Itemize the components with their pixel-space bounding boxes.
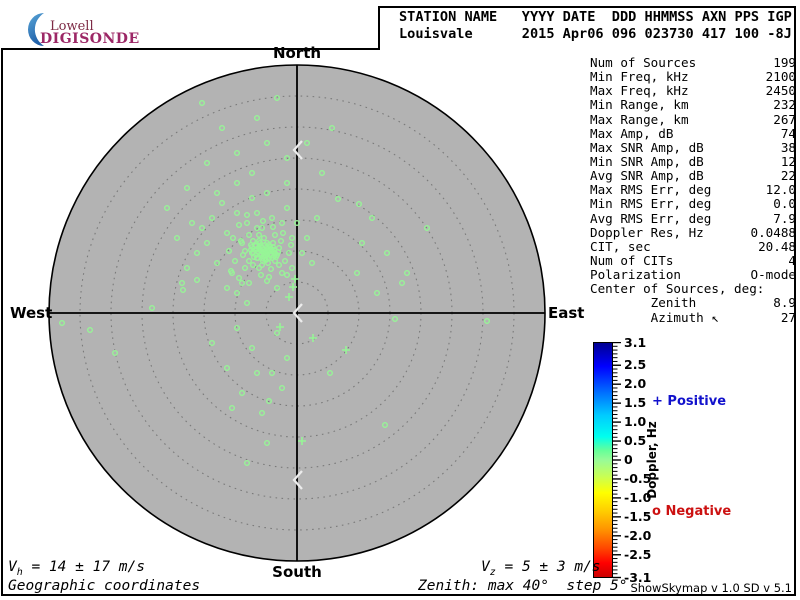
vertical-velocity-label: Vz = 5 ± 3 m/s [481, 559, 601, 578]
param-value: 0.0 [773, 196, 796, 212]
param-value: 2100 [765, 69, 796, 85]
param-label: Doppler Res, Hz [590, 224, 704, 240]
legend-negative: o Negative [652, 504, 732, 519]
param-row: Max SNR Amp, dB 38 [590, 139, 796, 155]
param-value: 38 [780, 139, 796, 155]
param-row: Max RMS Err, deg 12.0 [590, 183, 796, 197]
param-label: Max RMS Err, deg [590, 182, 712, 198]
param-row: Max Amp, dB 74 [590, 125, 796, 141]
param-value: 232 [773, 97, 796, 113]
param-value: 267 [773, 111, 796, 127]
param-value: 20.48 [758, 238, 796, 254]
param-value: 12.0 [765, 182, 796, 198]
app-version-label: ShowSkymap v 1.0 SD v 5.1 [630, 581, 792, 595]
logo-box: Lowell DIGISONDE [1, 6, 380, 50]
colorbar-gradient [593, 342, 613, 578]
param-label: Num of Sources [590, 55, 697, 70]
param-row: Min SNR Amp, dB 12 [590, 153, 796, 169]
header-columns-row: STATION NAME YYYY DATE DDD HHMMSS AXN PP… [399, 9, 792, 25]
param-label: Max Amp, dB [590, 125, 674, 141]
param-row: Min RMS Err, deg 0.0 [590, 197, 796, 211]
vz-value: = 5 ± 3 m/s [495, 559, 601, 575]
param-row: Doppler Res, Hz 0.0488 [590, 224, 797, 240]
param-row: Min Freq, kHz 2100 [590, 69, 796, 85]
param-label: Max SNR Amp, dB [590, 139, 704, 155]
coordinates-note: Geographic coordinates [8, 578, 201, 594]
param-value: O-mode [750, 267, 797, 283]
colorbar-tick-label: -2.0 [624, 527, 652, 543]
param-row: Num of CITs 4 [590, 252, 796, 268]
param-label: Min Range, km [590, 97, 689, 113]
header-station-values-row: Louisvale 2015 Apr06 096 023730 417 100 … [399, 26, 792, 42]
param-label: Min SNR Amp, dB [590, 153, 704, 169]
param-row: Avg SNR Amp, dB 22 [590, 168, 796, 184]
param-row: Min Range, km 232 [590, 98, 796, 112]
param-label: Min RMS Err, deg [590, 196, 712, 212]
param-value: 2450 [765, 83, 796, 99]
colorbar-tick-label: 2.5 [624, 357, 647, 373]
colorbar-tick-label: 2.0 [624, 376, 647, 392]
param-value: 12 [780, 153, 796, 169]
param-label: Center of Sources, deg: [590, 281, 765, 297]
colorbar-tick-label: 3.1 [624, 334, 647, 350]
param-label: Azimuth ↖ [590, 309, 719, 325]
param-row: Azimuth ↖ 27 [590, 309, 796, 325]
compass-north-label: North [272, 44, 322, 62]
param-row: Center of Sources, deg: [590, 282, 796, 296]
zenith-scale-note: Zenith: max 40° step 5° [418, 578, 628, 594]
param-label: Num of CITs [590, 252, 674, 268]
param-value: 74 [780, 125, 796, 141]
compass-west-label: West [10, 304, 53, 322]
param-value: 7.9 [773, 210, 796, 226]
showskymap-window: Lowell DIGISONDE STATION NAME YYYY DATE … [0, 0, 800, 600]
params-panel: Num of Sources 199 Min Freq, kHz 2100 Max Fr… [590, 55, 797, 325]
param-row: Polarization O-mode [590, 267, 797, 283]
compass-east-label: East [548, 304, 585, 322]
vh-value: = 14 ± 17 m/s [22, 559, 145, 575]
horizontal-velocity-label: Vh = 14 ± 17 m/s [8, 559, 145, 578]
colorbar-tick-label: -2.5 [624, 546, 652, 562]
param-value: 27 [780, 309, 796, 325]
param-label: Max Range, km [590, 111, 689, 127]
param-row: Zenith 8.9 [590, 296, 796, 310]
compass-south-label: South [272, 563, 322, 581]
param-value: 0.0488 [750, 224, 797, 240]
param-label: Avg RMS Err, deg [590, 210, 712, 226]
param-label: Avg SNR Amp, dB [590, 168, 704, 184]
param-label: Max Freq, kHz [590, 83, 689, 99]
param-value: 8.9 [773, 295, 796, 311]
param-row: Num of Sources 199 [590, 55, 796, 70]
param-label: CIT, sec [590, 238, 651, 254]
vz-symbol: V [481, 559, 490, 575]
param-label: Min Freq, kHz [590, 69, 689, 85]
param-value: 4 [788, 252, 796, 268]
param-label: Zenith [590, 295, 697, 311]
param-value: 22 [780, 168, 796, 184]
param-row: Avg RMS Err, deg 7.9 [590, 210, 796, 226]
param-value: 199 [773, 55, 796, 70]
param-row: Max Freq, kHz 2450 [590, 84, 796, 98]
legend-positive: + Positive [652, 394, 727, 409]
logo-digisonde-text: DIGISONDE [40, 31, 140, 47]
vh-symbol: V [8, 559, 17, 575]
param-row: CIT, sec 20.48 [590, 238, 796, 254]
param-row: Max Range, km 267 [590, 111, 796, 127]
colorbar-title: Doppler, Hz [645, 421, 659, 499]
param-label: Polarization [590, 267, 681, 283]
